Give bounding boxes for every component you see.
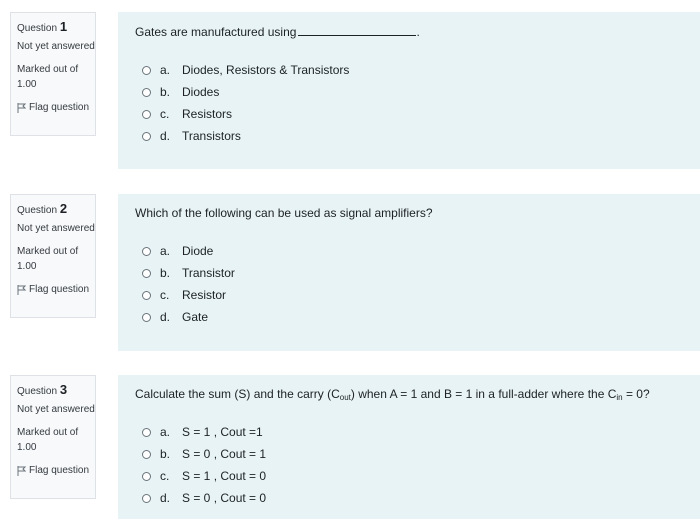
question-info: Question 2 Not yet answered Marked out o… [10,194,96,318]
answer-blank [298,25,417,36]
flag-question-link[interactable]: Flag question [17,100,95,115]
question-marks: Marked out of 1.00 [17,427,79,453]
answer-option-d[interactable]: d. Transistors [142,125,349,147]
question-content: Gates are manufactured using. a. Diodes, … [118,12,700,169]
radio-button[interactable] [142,131,151,141]
question-info: Question 3 Not yet answered Marked out o… [10,375,96,499]
answer-option-a[interactable]: a. Diodes, Resistors & Transistors [142,59,349,81]
answer-option-a[interactable]: a. Diode [142,240,235,262]
radio-button[interactable] [142,449,151,459]
flag-icon [17,102,26,113]
question-marks: Marked out of 1.00 [17,64,79,90]
question-number: Question 2 [17,201,68,216]
radio-button[interactable] [142,427,151,437]
answer-option-c[interactable]: c. S = 1 , Cout = 0 [142,465,266,487]
flag-icon [17,465,26,476]
radio-button[interactable] [142,493,151,503]
answer-option-a[interactable]: a. S = 1 , Cout =1 [142,421,266,443]
radio-button[interactable] [142,246,151,256]
radio-button[interactable] [142,109,151,119]
radio-button[interactable] [142,268,151,278]
answer-option-d[interactable]: d. Gate [142,306,235,328]
question-status: Not yet answered [17,404,95,415]
flag-icon [17,284,26,295]
flag-question-link[interactable]: Flag question [17,282,95,297]
question-text: Gates are manufactured using. [135,25,420,39]
answer-option-b[interactable]: b. S = 0 , Cout = 1 [142,443,266,465]
radio-button[interactable] [142,65,151,75]
radio-button[interactable] [142,290,151,300]
question-info: Question 1 Not yet answered Marked out o… [10,12,96,136]
answer-options: a. Diode b. Transistor c. Resistor d. Gate [142,240,235,328]
flag-question-link[interactable]: Flag question [17,463,95,478]
question-marks: Marked out of 1.00 [17,246,79,272]
question-number: Question 1 [17,19,68,34]
answer-options: a. Diodes, Resistors & Transistors b. Diod… [142,59,349,147]
answer-option-b[interactable]: b. Transistor [142,262,235,284]
answer-option-c[interactable]: c. Resistor [142,284,235,306]
question-content: Which of the following can be used as si… [118,194,700,351]
question-status: Not yet answered [17,223,95,234]
question-text: Calculate the sum (S) and the carry (Cou… [135,387,650,402]
answer-option-d[interactable]: d. S = 0 , Cout = 0 [142,487,266,509]
question-content: Calculate the sum (S) and the carry (Cou… [118,375,700,519]
answer-option-b[interactable]: b. Diodes [142,81,349,103]
radio-button[interactable] [142,471,151,481]
question-status: Not yet answered [17,41,95,52]
radio-button[interactable] [142,87,151,97]
answer-option-c[interactable]: c. Resistors [142,103,349,125]
question-number: Question 3 [17,382,68,397]
question-text: Which of the following can be used as si… [135,206,433,220]
radio-button[interactable] [142,312,151,322]
answer-options: a. S = 1 , Cout =1 b. S = 0 , Cout = 1 c. S… [142,421,266,509]
